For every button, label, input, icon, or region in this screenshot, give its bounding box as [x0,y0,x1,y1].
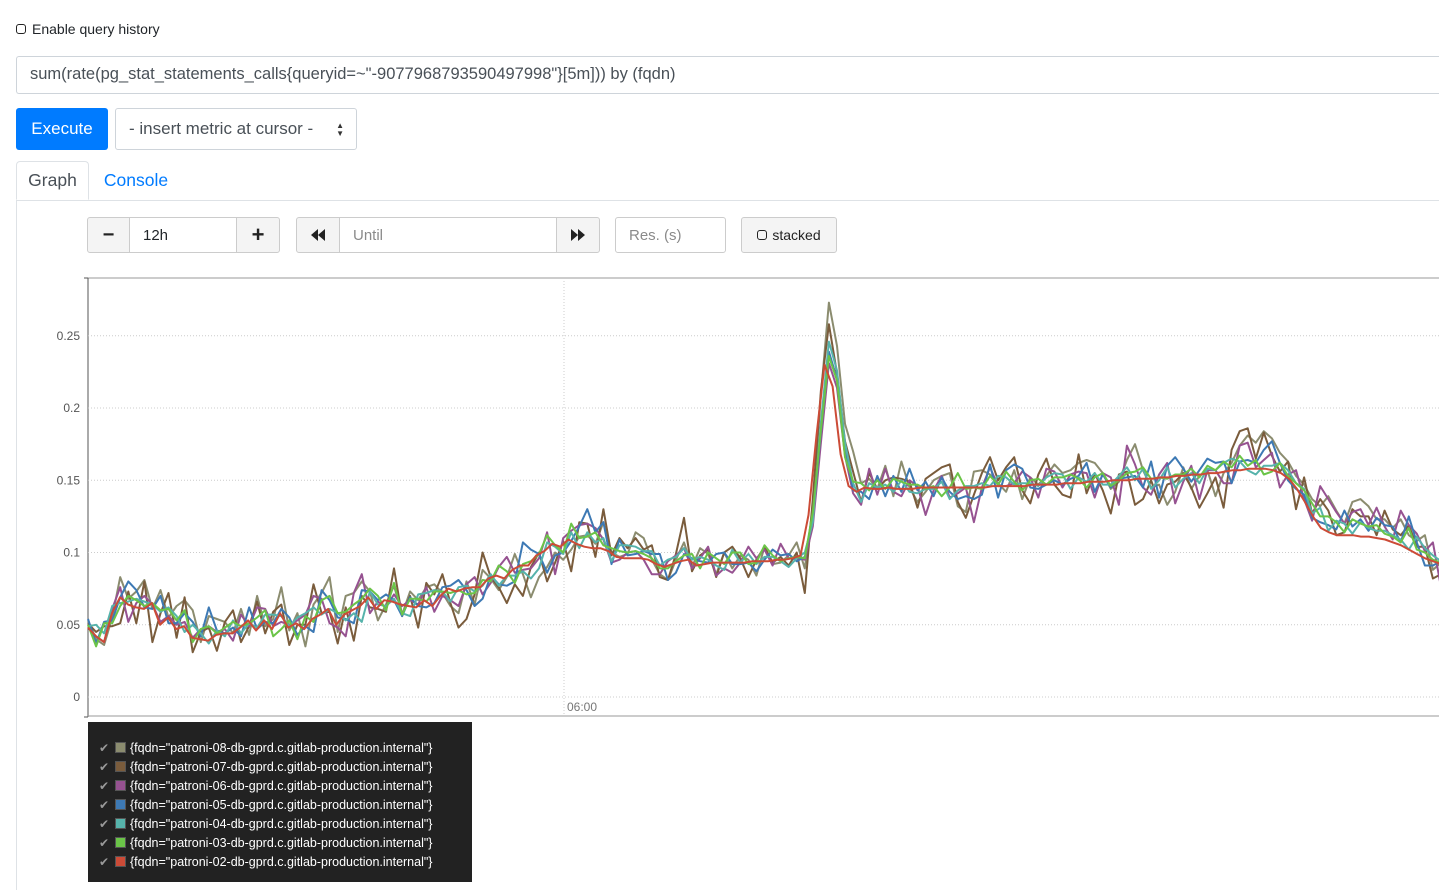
legend-label: {fqdn="patroni-07-db-gprd.c.gitlab-produ… [130,759,433,774]
legend-label: {fqdn="patroni-05-db-gprd.c.gitlab-produ… [130,797,433,812]
y-tick-label: 0 [73,690,80,704]
checkmark-icon: ✔ [99,835,110,850]
series-line-1 [87,301,1439,648]
y-tick-label: 0.25 [57,329,81,343]
checkmark-icon: ✔ [99,854,110,869]
legend-item[interactable]: ✔ {fqdn="patroni-04-db-gprd.c.gitlab-prod… [88,814,472,833]
legend-swatch [115,856,126,867]
legend-swatch [115,780,126,791]
checkmark-icon: ✔ [99,740,110,755]
series-line-3 [87,362,1439,644]
series-line-5 [87,340,1439,645]
series-line-6 [87,355,1439,648]
legend-item[interactable]: ✔ {fqdn="patroni-07-db-gprd.c.gitlab-prod… [88,757,472,776]
legend-label: {fqdn="patroni-02-db-gprd.c.gitlab-produ… [130,854,433,869]
legend-label: {fqdn="patroni-03-db-gprd.c.gitlab-produ… [130,835,433,850]
checkmark-icon: ✔ [99,797,110,812]
legend-label: {fqdn="patroni-06-db-gprd.c.gitlab-produ… [130,778,433,793]
legend-item[interactable]: ✔ {fqdn="patroni-06-db-gprd.c.gitlab-prod… [88,776,472,795]
x-tick-label: 06:00 [567,700,597,714]
legend-item[interactable]: ✔ {fqdn="patroni-05-db-gprd.c.gitlab-prod… [88,795,472,814]
checkmark-icon: ✔ [99,816,110,831]
legend-swatch [115,837,126,848]
y-tick-label: 0.05 [57,618,81,632]
y-tick-label: 0.1 [63,546,80,560]
legend-swatch [115,742,126,753]
legend-item[interactable]: ✔ {fqdn="patroni-03-db-gprd.c.gitlab-prod… [88,833,472,852]
legend-swatch [115,761,126,772]
y-tick-label: 0.15 [57,473,81,487]
legend-label: {fqdn="patroni-04-db-gprd.c.gitlab-produ… [130,816,433,831]
series-line-2 [87,323,1439,654]
legend-swatch [115,818,126,829]
legend-item[interactable]: ✔ {fqdn="patroni-08-db-gprd.c.gitlab-prod… [88,738,472,757]
series-line-4 [87,350,1439,645]
chart-legend: ✔ {fqdn="patroni-08-db-gprd.c.gitlab-prod… [88,722,472,882]
checkmark-icon: ✔ [99,759,110,774]
legend-label: {fqdn="patroni-08-db-gprd.c.gitlab-produ… [130,740,433,755]
series-line-7 [87,363,1439,644]
checkmark-icon: ✔ [99,778,110,793]
y-tick-label: 0.2 [63,401,80,415]
legend-swatch [115,799,126,810]
legend-item[interactable]: ✔ {fqdn="patroni-02-db-gprd.c.gitlab-prod… [88,852,472,871]
